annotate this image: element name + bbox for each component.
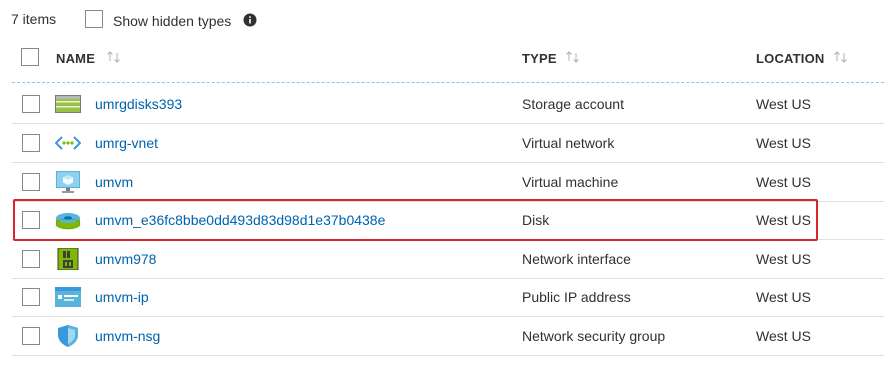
- sort-arrows-icon[interactable]: [106, 50, 122, 64]
- table-row[interactable]: umrgdisks393 Storage account West US: [12, 85, 884, 124]
- resource-name-link[interactable]: umvm-ip: [95, 289, 149, 305]
- table-row[interactable]: umrg-vnet Virtual network West US: [12, 124, 884, 163]
- resource-location: West US: [756, 289, 811, 305]
- table-header: NAME TYPE LOCATION: [0, 40, 887, 80]
- table-row[interactable]: umvm-nsg Network security group West US: [12, 317, 884, 356]
- item-count: 7 items: [11, 11, 57, 27]
- row-checkbox[interactable]: [22, 327, 40, 345]
- select-all-checkbox[interactable]: [21, 48, 39, 66]
- show-hidden-types-checkbox[interactable]: [85, 10, 103, 28]
- resource-toolbar: 7 items Show hidden types: [0, 0, 887, 40]
- selection-highlight: [13, 199, 818, 241]
- resource-name-link[interactable]: umrgdisks393: [95, 96, 182, 112]
- info-icon[interactable]: [243, 13, 257, 27]
- resource-name-link[interactable]: umvm-nsg: [95, 328, 160, 344]
- row-checkbox[interactable]: [22, 173, 40, 191]
- resource-name-link[interactable]: umvm978: [95, 251, 156, 267]
- table-row[interactable]: umvm Virtual machine West US: [12, 163, 884, 202]
- row-checkbox[interactable]: [22, 250, 40, 268]
- storage-account-icon: [55, 95, 81, 113]
- row-checkbox[interactable]: [22, 134, 40, 152]
- row-checkbox[interactable]: [22, 95, 40, 113]
- column-header-type[interactable]: TYPE: [522, 51, 557, 66]
- resource-type: Virtual network: [522, 135, 615, 151]
- sort-arrows-icon[interactable]: [565, 50, 581, 64]
- table-row[interactable]: umvm-ip Public IP address West US: [12, 278, 884, 317]
- resource-type: Virtual machine: [522, 174, 619, 190]
- resource-type: Public IP address: [522, 289, 631, 305]
- virtual-network-icon: [55, 136, 81, 150]
- resource-location: West US: [756, 328, 811, 344]
- resource-location: West US: [756, 135, 811, 151]
- resource-location: West US: [756, 174, 811, 190]
- resource-name-link[interactable]: umvm: [95, 174, 133, 190]
- sort-arrows-icon[interactable]: [833, 50, 849, 64]
- table-row[interactable]: umvm978 Network interface West US: [12, 240, 884, 279]
- network-interface-icon: [57, 248, 79, 270]
- network-security-group-icon: [58, 325, 78, 347]
- column-header-name[interactable]: NAME: [56, 51, 95, 66]
- column-header-location[interactable]: LOCATION: [756, 51, 825, 66]
- virtual-machine-icon: [56, 171, 80, 193]
- resource-type: Network interface: [522, 251, 631, 267]
- header-divider: [12, 82, 884, 83]
- resource-type: Network security group: [522, 328, 666, 344]
- show-hidden-types-label[interactable]: Show hidden types: [113, 13, 231, 29]
- row-checkbox[interactable]: [22, 288, 40, 306]
- resource-name-link[interactable]: umrg-vnet: [95, 135, 158, 151]
- resource-location: West US: [756, 251, 811, 267]
- resource-location: West US: [756, 96, 811, 112]
- public-ip-icon: [55, 287, 81, 307]
- resource-type: Storage account: [522, 96, 624, 112]
